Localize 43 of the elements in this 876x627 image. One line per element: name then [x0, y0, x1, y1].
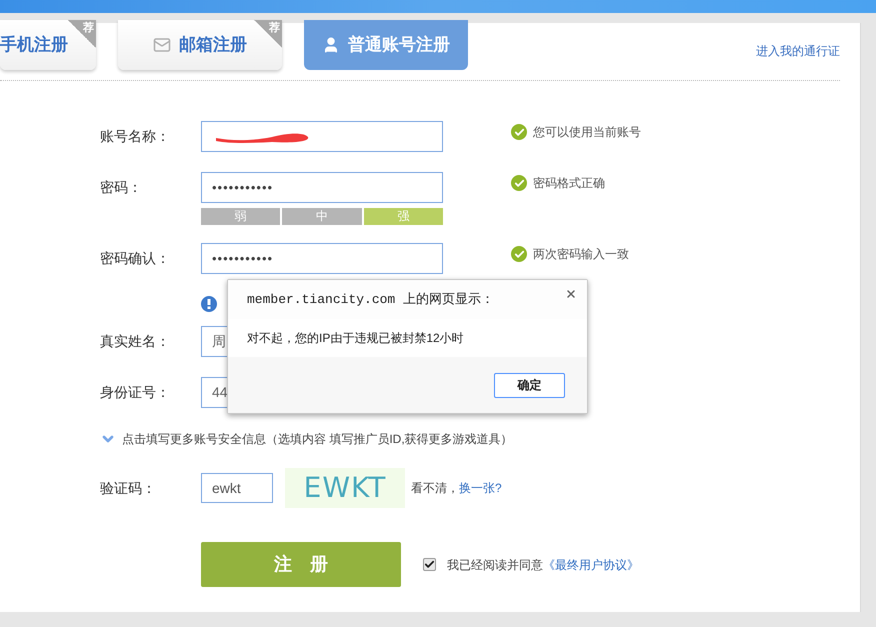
- captcha-image: EWKT: [285, 468, 405, 508]
- agreement-link[interactable]: 《最终用户协议》: [543, 556, 639, 574]
- password-field[interactable]: •••••••••••: [201, 243, 443, 274]
- tab[interactable]: 普通账号注册: [304, 20, 468, 70]
- close-icon[interactable]: [565, 288, 577, 300]
- status-text: 您可以使用当前账号: [533, 124, 641, 141]
- status-text: 两次密码输入一致: [533, 246, 629, 263]
- tab[interactable]: 手机注册 荐: [0, 20, 96, 70]
- captcha-hint: 看不清，: [411, 480, 459, 497]
- tab[interactable]: 邮箱注册 荐: [118, 20, 282, 70]
- field-value: •••••••••••: [212, 178, 274, 197]
- field-label: 验证码：: [100, 478, 157, 498]
- field-label: 身份证号：: [100, 383, 171, 402]
- input-field[interactable]: [201, 121, 443, 152]
- ok-button[interactable]: 确定: [494, 372, 565, 398]
- dialog-message: 对不起，您的IP由于违规已被封禁12小时: [247, 330, 464, 347]
- captcha-field[interactable]: ewkt: [201, 473, 273, 503]
- field-value: •••••••••••: [212, 250, 274, 268]
- field-label: 账号名称：: [100, 127, 171, 146]
- field-label: 密码：: [100, 178, 143, 197]
- passport-link[interactable]: 进入我的通行证: [756, 42, 840, 60]
- field-value: 44: [212, 383, 228, 402]
- recommend-badge: 荐: [68, 20, 96, 48]
- agreement-checkbox[interactable]: [423, 558, 436, 571]
- info-icon: [201, 296, 217, 312]
- check-icon: [511, 246, 527, 262]
- status-text: 密码格式正确: [533, 175, 605, 192]
- check-icon: [511, 175, 527, 191]
- strength-segment: 弱: [201, 208, 280, 225]
- field-label: 真实姓名：: [100, 332, 171, 351]
- refresh-captcha-link[interactable]: 换一张?: [459, 479, 502, 497]
- more-info-toggle[interactable]: 点击填写更多账号安全信息（选填内容 填写推广员ID,获得更多游戏道具）: [100, 430, 513, 448]
- recommend-badge: 荐: [254, 20, 282, 48]
- user-icon: [322, 36, 340, 54]
- password-field[interactable]: •••••••••••: [201, 172, 443, 203]
- agreement-text: 我已经阅读并同意: [447, 556, 543, 574]
- envelope-icon: [153, 36, 171, 54]
- field-label: 密码确认：: [100, 249, 171, 268]
- check-icon: [511, 124, 527, 140]
- field-value: 周: [212, 332, 226, 351]
- dialog-title: member.tiancity.com 上的网页显示：: [247, 290, 494, 309]
- strength-segment: 强: [364, 208, 443, 225]
- strength-segment: 中: [282, 208, 362, 225]
